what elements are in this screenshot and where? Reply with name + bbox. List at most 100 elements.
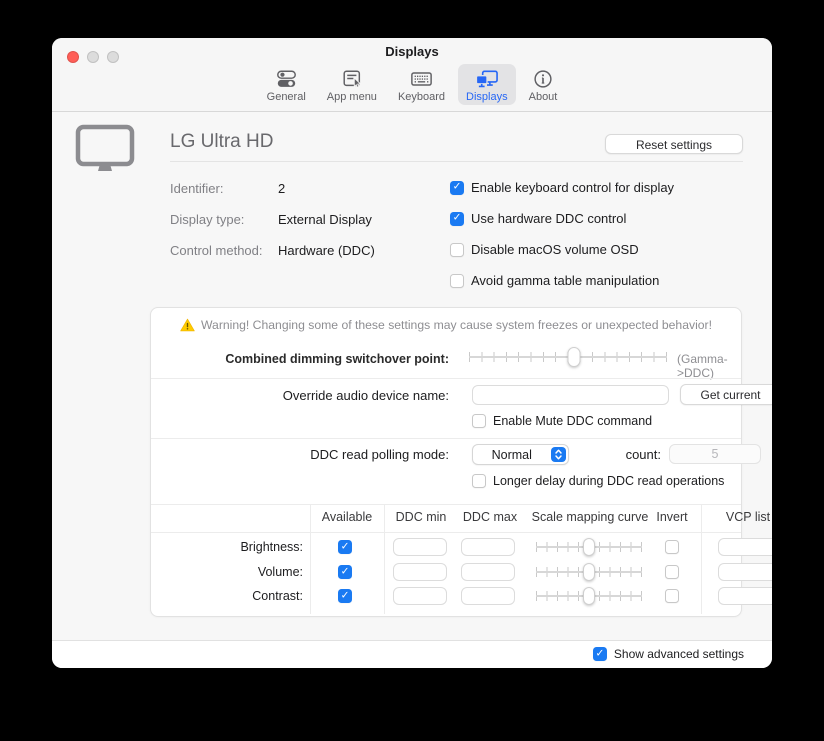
column-header-available: Available bbox=[310, 510, 384, 524]
table-row-contrast: Contrast: ✓ ✓ bbox=[151, 586, 741, 606]
ddc-min-input[interactable] bbox=[393, 587, 447, 605]
tab-general[interactable]: General bbox=[259, 64, 314, 105]
checkbox-label: Use hardware DDC control bbox=[471, 211, 626, 226]
displays-icon bbox=[474, 67, 500, 91]
row-label: Contrast: bbox=[151, 586, 303, 606]
vcp-list-input[interactable] bbox=[718, 538, 772, 556]
available-checkbox[interactable]: ✓ bbox=[338, 540, 352, 554]
polling-mode-label: DDC read polling mode: bbox=[151, 447, 449, 462]
stepper-icon bbox=[551, 447, 566, 462]
vcp-list-input[interactable] bbox=[718, 587, 772, 605]
count-input[interactable] bbox=[669, 444, 761, 464]
checkbox-keyboard-control[interactable]: ✓ Enable keyboard control for display bbox=[450, 180, 674, 195]
checkbox[interactable]: ✓ bbox=[593, 647, 607, 661]
tab-label: About bbox=[529, 91, 558, 103]
slider-knob[interactable] bbox=[567, 347, 580, 367]
divider bbox=[151, 532, 741, 533]
invert-checkbox[interactable]: ✓ bbox=[665, 565, 679, 579]
divider bbox=[170, 161, 743, 162]
warning-row: Warning! Changing some of these settings… bbox=[151, 318, 741, 332]
invert-checkbox[interactable]: ✓ bbox=[665, 540, 679, 554]
vcp-list-input[interactable] bbox=[718, 563, 772, 581]
checkbox[interactable]: ✓ bbox=[450, 243, 464, 257]
info-row-identifier: Identifier: 2 bbox=[170, 181, 274, 197]
tab-app-menu[interactable]: App menu bbox=[319, 64, 385, 105]
info-row-control-method: Control method: Hardware (DDC) bbox=[170, 243, 274, 259]
column-header-vcp-list: VCP list bbox=[701, 510, 772, 524]
checkbox-label: Longer delay during DDC read operations bbox=[493, 474, 724, 488]
curve-slider[interactable] bbox=[536, 587, 642, 605]
footer-bar: ✓ Show advanced settings bbox=[52, 640, 772, 668]
get-current-button[interactable]: Get current bbox=[680, 384, 772, 405]
row-label: Brightness: bbox=[151, 537, 303, 557]
ddc-min-input[interactable] bbox=[393, 563, 447, 581]
slider-knob[interactable] bbox=[583, 563, 595, 581]
audio-name-input[interactable] bbox=[472, 385, 669, 405]
tab-keyboard[interactable]: Keyboard bbox=[390, 64, 453, 105]
selected-option: Normal bbox=[473, 448, 551, 462]
tab-displays[interactable]: Displays bbox=[458, 64, 516, 105]
checkbox-label: Show advanced settings bbox=[614, 647, 744, 661]
toolbar: General App menu bbox=[52, 64, 772, 105]
info-icon bbox=[530, 67, 556, 91]
checkbox-show-advanced[interactable]: ✓ Show advanced settings bbox=[593, 647, 744, 661]
info-label: Display type: bbox=[170, 212, 274, 227]
checkbox-label: Disable macOS volume OSD bbox=[471, 242, 639, 257]
keyboard-icon bbox=[408, 67, 434, 91]
checkbox[interactable]: ✓ bbox=[450, 274, 464, 288]
checkbox-label: Enable keyboard control for display bbox=[471, 180, 674, 195]
column-header-ddc-min: DDC min bbox=[389, 510, 453, 524]
dimming-slider[interactable] bbox=[469, 347, 667, 367]
divider bbox=[151, 378, 741, 379]
advanced-settings-panel: Warning! Changing some of these settings… bbox=[150, 307, 742, 617]
curve-slider[interactable] bbox=[536, 538, 642, 556]
checkbox-label: Enable Mute DDC command bbox=[493, 414, 652, 428]
checkbox[interactable]: ✓ bbox=[472, 474, 486, 488]
info-row-display-type: Display type: External Display bbox=[170, 212, 274, 228]
checkbox-disable-osd[interactable]: ✓ Disable macOS volume OSD bbox=[450, 242, 639, 257]
ddc-min-input[interactable] bbox=[393, 538, 447, 556]
row-label: Volume: bbox=[151, 562, 303, 582]
ddc-max-input[interactable] bbox=[461, 563, 515, 581]
available-checkbox[interactable]: ✓ bbox=[338, 565, 352, 579]
warning-icon bbox=[180, 318, 195, 332]
dimming-suffix: (Gamma->DDC) bbox=[677, 352, 741, 380]
displays-window: Displays General bbox=[52, 38, 772, 668]
available-checkbox[interactable]: ✓ bbox=[338, 589, 352, 603]
checkbox-longer-delay[interactable]: ✓ Longer delay during DDC read operation… bbox=[472, 474, 724, 488]
reset-settings-button[interactable]: Reset settings bbox=[605, 134, 743, 154]
checkbox-hardware-ddc[interactable]: ✓ Use hardware DDC control bbox=[450, 211, 626, 226]
ddc-max-input[interactable] bbox=[461, 538, 515, 556]
tab-label: Keyboard bbox=[398, 91, 445, 103]
checkbox[interactable]: ✓ bbox=[450, 212, 464, 226]
display-name: LG Ultra HD bbox=[170, 131, 273, 153]
info-value: Hardware (DDC) bbox=[278, 243, 375, 258]
warning-text: Warning! Changing some of these settings… bbox=[201, 318, 712, 332]
slider-knob[interactable] bbox=[583, 538, 595, 556]
checkbox[interactable]: ✓ bbox=[450, 181, 464, 195]
info-label: Control method: bbox=[170, 243, 274, 258]
window-title: Displays bbox=[52, 44, 772, 59]
tab-about[interactable]: About bbox=[521, 64, 566, 105]
checkbox-avoid-gamma[interactable]: ✓ Avoid gamma table manipulation bbox=[450, 273, 659, 288]
audio-name-label: Override audio device name: bbox=[151, 388, 449, 403]
tab-label: App menu bbox=[327, 91, 377, 103]
curve-slider[interactable] bbox=[536, 563, 642, 581]
checkbox-enable-mute[interactable]: ✓ Enable Mute DDC command bbox=[472, 414, 652, 428]
info-value: External Display bbox=[278, 212, 372, 227]
ddc-max-input[interactable] bbox=[461, 587, 515, 605]
divider bbox=[151, 504, 741, 505]
table-row-brightness: Brightness: ✓ ✓ bbox=[151, 537, 741, 557]
checkbox[interactable]: ✓ bbox=[472, 414, 486, 428]
tab-label: General bbox=[267, 91, 306, 103]
divider bbox=[151, 438, 741, 439]
menu-cursor-icon bbox=[339, 67, 365, 91]
dimming-label: Combined dimming switchover point: bbox=[151, 352, 449, 366]
tab-label: Displays bbox=[466, 91, 508, 103]
slider-knob[interactable] bbox=[583, 587, 595, 605]
column-header-invert: Invert bbox=[647, 510, 697, 524]
checkbox-label: Avoid gamma table manipulation bbox=[471, 273, 659, 288]
invert-checkbox[interactable]: ✓ bbox=[665, 589, 679, 603]
polling-mode-select[interactable]: Normal bbox=[472, 444, 569, 465]
toggles-icon bbox=[273, 67, 299, 91]
